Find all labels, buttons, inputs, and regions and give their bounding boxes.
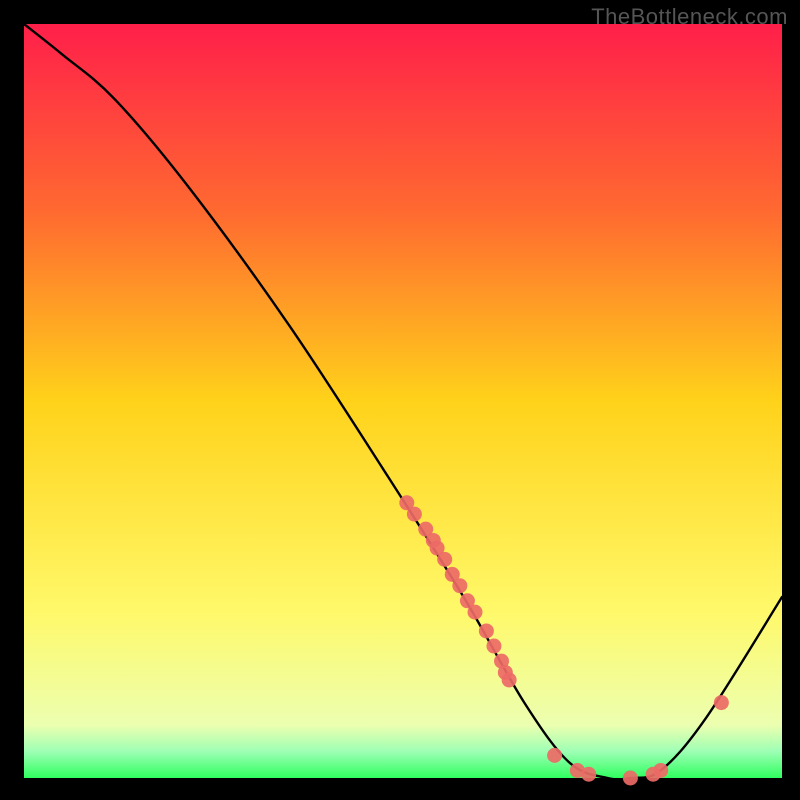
highlight-point bbox=[479, 623, 494, 638]
chart-stage: TheBottleneck.com bbox=[0, 0, 800, 800]
highlight-point bbox=[486, 639, 501, 654]
highlight-point bbox=[623, 771, 638, 786]
chart-svg bbox=[0, 0, 800, 800]
highlight-point bbox=[407, 507, 422, 522]
highlight-point bbox=[653, 763, 668, 778]
highlight-point bbox=[714, 695, 729, 710]
highlight-point bbox=[547, 748, 562, 763]
highlight-point bbox=[452, 578, 467, 593]
attribution-text: TheBottleneck.com bbox=[591, 4, 788, 30]
highlight-point bbox=[502, 672, 517, 687]
highlight-point bbox=[437, 552, 452, 567]
plot-background bbox=[24, 24, 782, 778]
highlight-point bbox=[468, 605, 483, 620]
highlight-point bbox=[581, 767, 596, 782]
